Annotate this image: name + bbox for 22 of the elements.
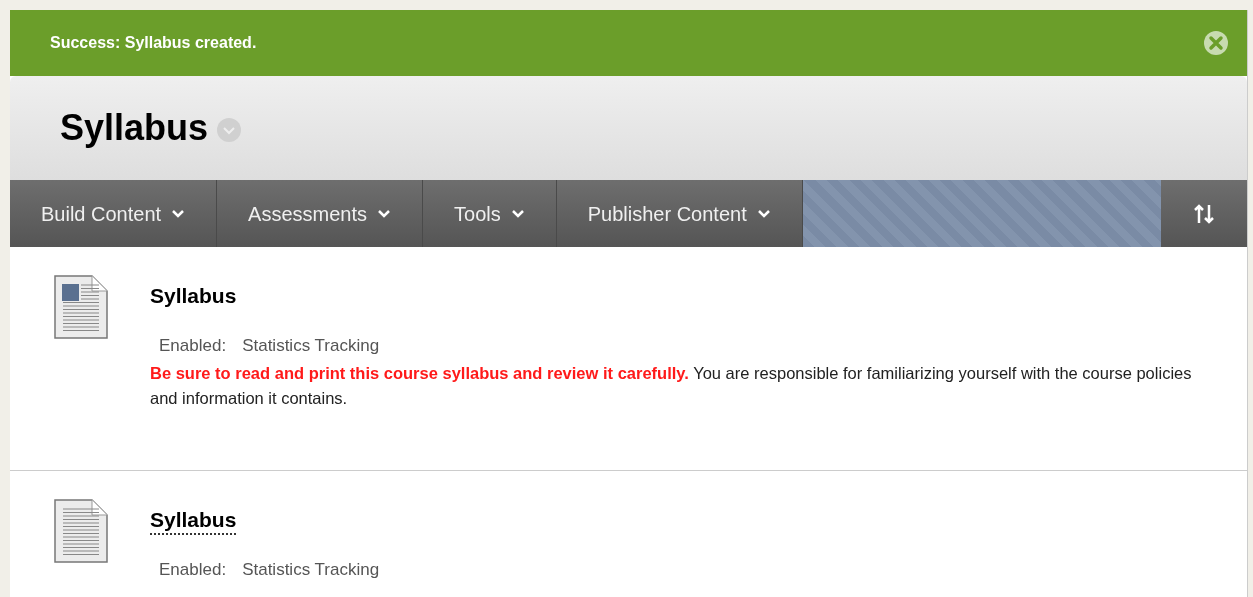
- enabled-label: Enabled:: [159, 335, 227, 357]
- menu-button[interactable]: Assessments: [217, 180, 423, 247]
- menu-button[interactable]: Build Content: [10, 180, 218, 247]
- enabled-value: Statistics Tracking: [242, 335, 380, 357]
- caret-icon: [377, 208, 391, 219]
- caret-icon: [510, 208, 525, 219]
- sort-icon: [1193, 202, 1215, 225]
- item-title-link[interactable]: Syllabus: [150, 507, 237, 535]
- enabled-value: Statistics Tracking: [242, 559, 380, 581]
- caret-icon: [756, 208, 771, 219]
- item-description: Be sure to read and print this course syllabus and review it carefully. You are responsible for familiarizing yourself with the course policies and information it contains.: [150, 362, 1193, 409]
- menu-button[interactable]: Tools: [423, 180, 557, 247]
- enabled-label: Enabled:: [159, 559, 227, 581]
- menu-button[interactable]: Publisher Content: [556, 180, 803, 247]
- item-title-link[interactable]: Syllabus: [150, 283, 237, 311]
- dropdown-icon[interactable]: [216, 117, 243, 143]
- banner-message: Success: Syllabus created.: [50, 33, 257, 53]
- page-title: Syllabus: [60, 106, 209, 150]
- image-document-icon: [54, 275, 108, 339]
- close-icon[interactable]: [1203, 30, 1229, 56]
- document-icon: [54, 499, 108, 563]
- caret-icon: [171, 208, 186, 219]
